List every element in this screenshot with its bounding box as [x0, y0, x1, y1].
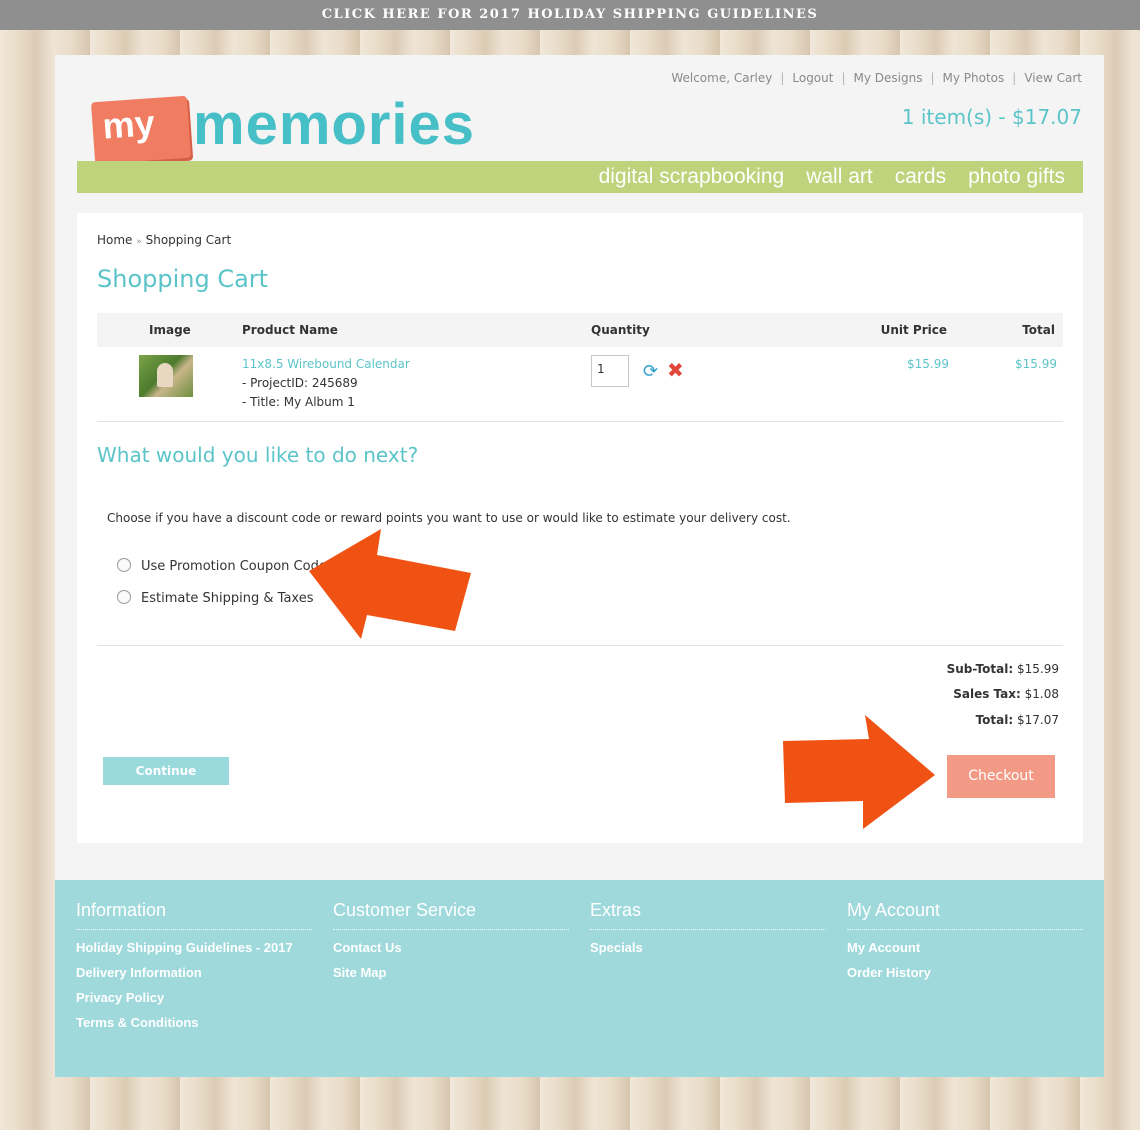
tax-row: Sales Tax: $1.08 [953, 687, 1059, 701]
product-title: - Title: My Album 1 [242, 395, 355, 409]
footer-link[interactable]: Contact Us [333, 940, 569, 955]
logout-link[interactable]: Logout [792, 71, 833, 85]
checkout-button[interactable]: Checkout [947, 755, 1055, 798]
col-image: Image [149, 323, 191, 337]
line-total: $15.99 [1015, 357, 1057, 371]
col-product-name: Product Name [242, 323, 338, 337]
main-nav: digital scrapbooking wall art cards photo g… [77, 161, 1083, 193]
welcome-text: Welcome, Carley [671, 71, 773, 85]
page-wrapper: my memories Welcome, Carley | Logout | My De… [55, 55, 1104, 1077]
breadcrumb-current[interactable]: Shopping Cart [146, 233, 232, 247]
cart-content: Home » Shopping Cart Shopping Cart Image… [77, 213, 1083, 843]
refresh-icon[interactable]: ⟳ [643, 361, 658, 382]
total-value: $17.07 [1017, 713, 1059, 727]
footer-link[interactable]: Terms & Conditions [76, 1015, 312, 1030]
footer-heading: Customer Service [333, 900, 569, 930]
footer-my-account: My Account My Account Order History [847, 900, 1083, 980]
coupon-option-label[interactable]: Use Promotion Coupon Code [141, 559, 327, 574]
view-cart-link[interactable]: View Cart [1024, 71, 1082, 85]
footer-link[interactable]: Specials [590, 940, 826, 955]
my-photos-link[interactable]: My Photos [943, 71, 1005, 85]
col-total: Total [1022, 323, 1055, 337]
footer-customer-service: Customer Service Contact Us Site Map [333, 900, 569, 980]
footer-link[interactable]: My Account [847, 940, 1083, 955]
quantity-input[interactable]: 1 [591, 355, 629, 387]
footer-link[interactable]: Holiday Shipping Guidelines - 2017 [76, 940, 312, 955]
col-unit-price: Unit Price [880, 323, 947, 337]
page-title: Shopping Cart [97, 265, 269, 293]
tax-value: $1.08 [1024, 687, 1059, 701]
col-quantity: Quantity [591, 323, 650, 337]
shipping-option[interactable]: Estimate Shipping & Taxes [117, 590, 314, 606]
unit-price: $15.99 [907, 357, 949, 371]
coupon-option[interactable]: Use Promotion Coupon Code [117, 558, 327, 574]
footer-link[interactable]: Delivery Information [76, 965, 312, 980]
total-label: Total: [975, 713, 1014, 727]
subtotal-value: $15.99 [1017, 662, 1059, 676]
arrow-to-checkout-icon [783, 715, 935, 829]
product-name-link[interactable]: 11x8.5 Wirebound Calendar [242, 357, 410, 371]
footer-heading: Information [76, 900, 312, 930]
footer-link[interactable]: Privacy Policy [76, 990, 312, 1005]
nav-cards[interactable]: cards [895, 165, 946, 188]
subtotal-row: Sub-Total: $15.99 [947, 662, 1059, 676]
coupon-radio[interactable] [117, 558, 131, 572]
product-thumbnail[interactable] [139, 355, 193, 397]
breadcrumb: Home » Shopping Cart [97, 233, 231, 247]
page-panel: my memories Welcome, Carley | Logout | My De… [55, 55, 1104, 880]
shipping-radio[interactable] [117, 590, 131, 604]
table-row: 11x8.5 Wirebound Calendar - ProjectID: 2… [97, 347, 1063, 422]
total-row: Total: $17.07 [976, 713, 1059, 727]
logo-book-icon: my [90, 95, 192, 165]
holiday-shipping-banner[interactable]: CLICK HERE FOR 2017 HOLIDAY SHIPPING GUI… [0, 0, 1140, 30]
arrow-to-coupon-icon [309, 529, 471, 639]
next-steps-description: Choose if you have a discount code or re… [107, 511, 791, 525]
nav-photo-gifts[interactable]: photo gifts [968, 165, 1065, 188]
tax-label: Sales Tax: [953, 687, 1021, 701]
my-designs-link[interactable]: My Designs [854, 71, 923, 85]
footer-link[interactable]: Site Map [333, 965, 569, 980]
site-footer: Information Holiday Shipping Guidelines … [55, 880, 1104, 1077]
breadcrumb-separator: » [136, 237, 142, 247]
nav-wall-art[interactable]: wall art [806, 165, 873, 188]
continue-shopping-button[interactable]: Continue Shopping [103, 757, 229, 806]
subtotal-label: Sub-Total: [946, 662, 1014, 676]
footer-link[interactable]: Order History [847, 965, 1083, 980]
cart-summary[interactable]: 1 item(s) - $17.07 [902, 105, 1082, 129]
breadcrumb-home[interactable]: Home [97, 233, 132, 247]
remove-icon[interactable]: ✖ [667, 358, 684, 382]
footer-information: Information Holiday Shipping Guidelines … [76, 900, 312, 1030]
divider [97, 645, 1063, 646]
footer-extras: Extras Specials [590, 900, 826, 955]
logo-my-text: my [101, 102, 156, 147]
nav-digital-scrapbooking[interactable]: digital scrapbooking [599, 165, 785, 188]
cart-table-header: Image Product Name Quantity Unit Price T… [97, 313, 1063, 347]
product-project-id: - ProjectID: 245689 [242, 376, 358, 390]
logo-memories-text: memories [193, 92, 476, 157]
shipping-option-label[interactable]: Estimate Shipping & Taxes [141, 591, 314, 606]
next-steps-title: What would you like to do next? [97, 443, 419, 467]
footer-heading: My Account [847, 900, 1083, 930]
account-links: Welcome, Carley | Logout | My Designs | My Pho… [671, 71, 1082, 85]
footer-heading: Extras [590, 900, 826, 930]
